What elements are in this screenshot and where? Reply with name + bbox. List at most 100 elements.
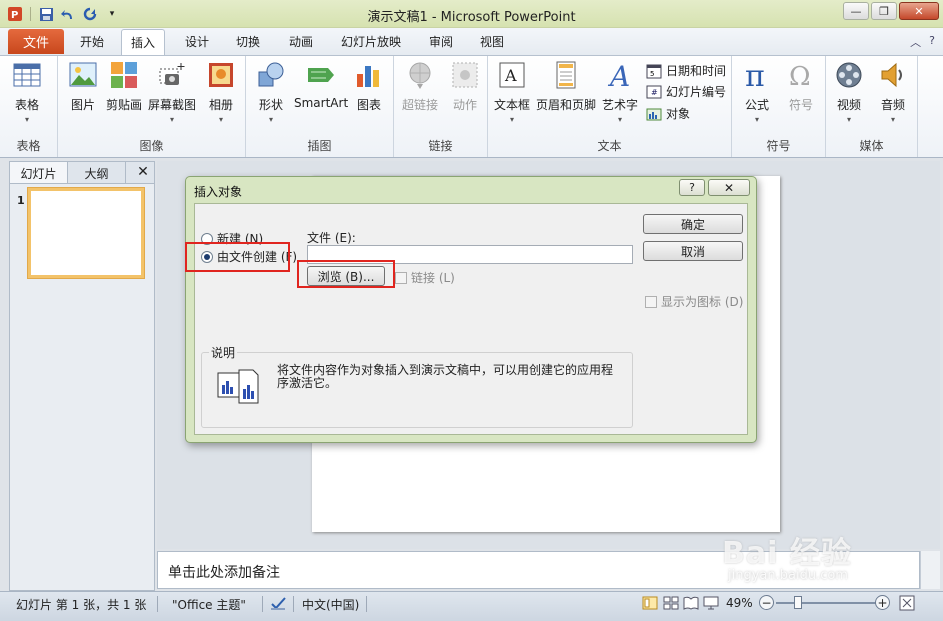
description-text: 将文件内容作为对象插入到演示文稿中，可以用创建它的应用程序激活它。 — [277, 363, 614, 390]
zoom-level[interactable]: 49% — [726, 596, 753, 610]
group-text: A 文本框 ▾ 页眉和页脚 A 艺术字 ▾ 5 日期和时间 # 幻灯片编号 对象… — [488, 56, 732, 157]
wordart-icon: A — [607, 60, 630, 90]
normal-view-icon[interactable] — [642, 595, 658, 614]
zoom-slider-thumb[interactable] — [794, 596, 802, 609]
ribbon-right-controls: ︿ ? — [910, 34, 935, 50]
close-button[interactable]: ✕ — [899, 2, 939, 20]
tab-file[interactable]: 文件 — [8, 29, 64, 54]
close-pane-icon[interactable]: ✕ — [132, 162, 154, 183]
picture-button[interactable]: 图片 — [68, 60, 98, 113]
minimize-button[interactable]: — — [843, 2, 869, 20]
cancel-button[interactable]: 取消 — [643, 241, 743, 261]
ribbon-tabs: 文件 开始 插入 设计 切换 动画 幻灯片放映 审阅 视图 ︿ ? — [0, 28, 943, 55]
slides-pane: 幻灯片 大纲 ✕ 1 — [9, 161, 155, 591]
shapes-button[interactable]: 形状 ▾ — [256, 60, 286, 124]
clipart-icon — [111, 62, 137, 88]
insert-file-object-icon — [217, 369, 259, 404]
minimize-ribbon-icon[interactable]: ︿ — [910, 34, 921, 50]
link-checkbox[interactable]: 链接 (L) — [395, 269, 455, 286]
svg-text:A: A — [504, 66, 517, 85]
tab-transitions[interactable]: 切换 — [236, 33, 260, 50]
chevron-down-icon: ▾ — [618, 115, 623, 124]
table-button[interactable]: 表格 ▾ — [12, 60, 42, 124]
status-separator — [157, 596, 158, 612]
slide-number: 1 — [17, 194, 25, 207]
pi-icon: π — [745, 60, 765, 90]
title-bar: P ▾ 演示文稿1 - Microsoft PowerPoint — ❐ ✕ — [0, 0, 943, 28]
photo-album-icon — [209, 63, 233, 87]
tab-slides[interactable]: 幻灯片 — [10, 162, 68, 183]
smartart-icon — [308, 68, 335, 82]
group-illustrations: 形状 ▾ SmartArt 图表 插图 — [246, 56, 394, 157]
wordart-button[interactable]: A 艺术字 ▾ — [602, 60, 638, 124]
slideshow-icon[interactable] — [703, 595, 719, 614]
clipart-button[interactable]: 剪贴画 — [106, 60, 142, 113]
pane-tabs: 幻灯片 大纲 ✕ — [10, 162, 154, 184]
smartart-button[interactable]: SmartArt — [294, 60, 348, 110]
tab-review[interactable]: 审阅 — [429, 33, 453, 50]
spellcheck-icon[interactable] — [270, 595, 288, 614]
screenshot-icon — [159, 63, 185, 85]
language[interactable]: 中文(中国) — [302, 596, 359, 613]
tab-design[interactable]: 设计 — [185, 33, 209, 50]
notes-scrollbar[interactable] — [920, 551, 940, 589]
group-label-text: 文本 — [597, 139, 622, 153]
album-button[interactable]: 相册 ▾ — [206, 60, 236, 124]
textbox-icon: A — [499, 62, 525, 88]
status-separator — [262, 596, 263, 612]
theme-name: "Office 主题" — [172, 598, 246, 612]
watermark-url: jingyan.baidu.com — [728, 568, 848, 583]
hyperlink-button[interactable]: 超链接 — [402, 60, 438, 113]
status-bar: 幻灯片 第 1 张，共 1 张 "Office 主题" 中文(中国) 49% −… — [0, 591, 943, 621]
header-footer-button[interactable]: 页眉和页脚 — [536, 60, 596, 113]
calendar-icon: 5 — [646, 64, 662, 78]
display-as-icon-checkbox[interactable]: 显示为图标 (D) — [645, 293, 743, 310]
status-separator — [366, 596, 367, 612]
zoom-in-icon[interactable]: + — [875, 595, 890, 610]
fit-to-window-icon[interactable] — [899, 595, 915, 614]
object-icon — [646, 108, 662, 120]
slide-thumbnail[interactable] — [28, 188, 144, 278]
tab-outline[interactable]: 大纲 — [68, 162, 126, 183]
ok-button[interactable]: 确定 — [643, 214, 743, 234]
chevron-down-icon: ▾ — [890, 115, 895, 124]
tab-animations[interactable]: 动画 — [289, 33, 313, 50]
tab-insert[interactable]: 插入 — [121, 29, 166, 55]
file-label: 文件 (E): — [307, 231, 356, 245]
group-tables: 表格 ▾ 表格 — [0, 56, 58, 157]
checkbox — [395, 271, 407, 284]
restore-button[interactable]: ❐ — [871, 2, 897, 20]
highlight-box-browse — [297, 260, 395, 288]
object-button[interactable]: 对象 — [646, 105, 690, 122]
action-button[interactable]: 动作 — [450, 60, 480, 113]
chevron-down-icon: ▾ — [170, 115, 175, 124]
datetime-button[interactable]: 5 日期和时间 — [646, 62, 726, 79]
tab-home[interactable]: 开始 — [80, 33, 104, 50]
zoom-slider[interactable] — [776, 602, 878, 604]
group-label-media: 媒体 — [859, 139, 884, 153]
screenshot-button[interactable]: 屏幕截图 ▾ — [148, 60, 196, 124]
slide-sorter-icon[interactable] — [663, 595, 679, 614]
highlight-box-from-file — [185, 242, 290, 272]
zoom-out-icon[interactable]: − — [759, 595, 774, 610]
tab-slideshow[interactable]: 幻灯片放映 — [341, 33, 401, 50]
textbox-button[interactable]: A 文本框 ▾ — [494, 60, 530, 124]
group-label-illustrations: 插图 — [307, 139, 332, 153]
chart-button[interactable]: 图表 — [354, 60, 384, 113]
symbol-button[interactable]: Ω 符号 — [786, 60, 816, 113]
help-icon[interactable]: ? — [929, 34, 935, 50]
video-button[interactable]: 视频 ▾ — [834, 60, 864, 124]
slide-number-icon: # — [646, 85, 662, 98]
insert-object-dialog: 插入对象 ? ✕ 新建 (N) 由文件创建 (F) 文件 (E): 浏览 (B)… — [185, 176, 757, 443]
reading-view-icon[interactable] — [683, 595, 699, 614]
audio-button[interactable]: 音频 ▾ — [878, 60, 908, 124]
slide-number-button[interactable]: # 幻灯片编号 — [646, 83, 726, 100]
svg-text:5: 5 — [650, 70, 654, 78]
checkbox — [645, 295, 657, 308]
tab-view[interactable]: 视图 — [480, 33, 504, 50]
table-icon — [13, 63, 41, 87]
dialog-close-button[interactable]: ✕ — [708, 179, 750, 196]
chevron-down-icon: ▾ — [24, 115, 29, 124]
dialog-help-button[interactable]: ? — [679, 179, 705, 196]
equation-button[interactable]: π 公式 ▾ — [742, 60, 772, 124]
